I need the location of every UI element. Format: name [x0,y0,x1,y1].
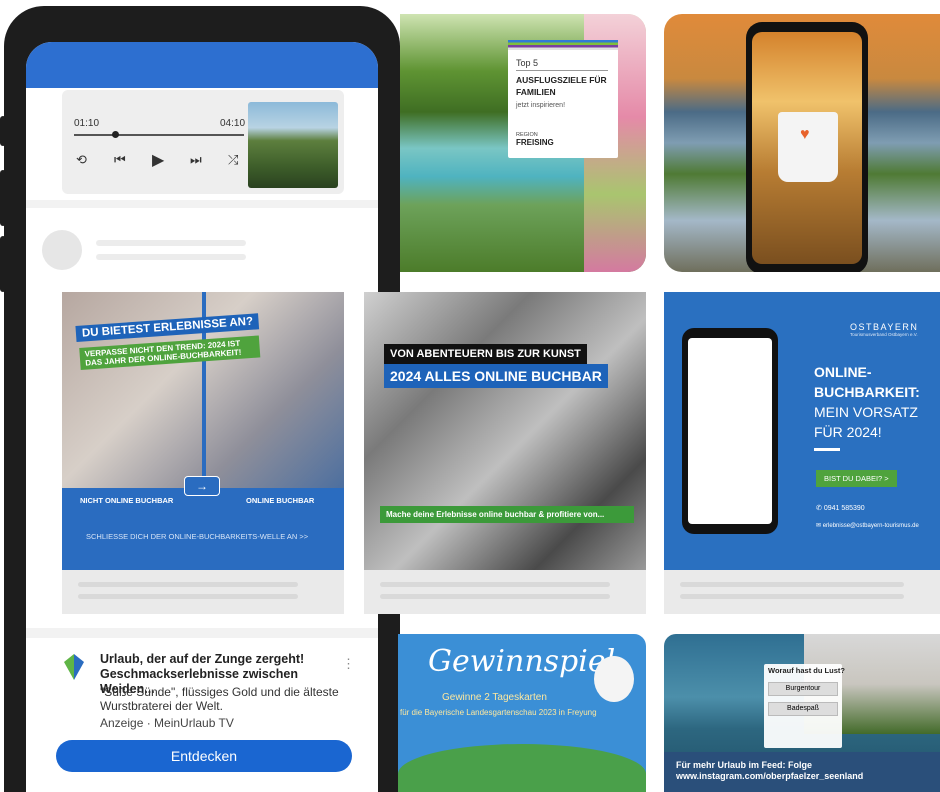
tile-top5-freising[interactable]: Top 5 AUSFLUGSZIELE FÜR FAMILIEN jetzt i… [400,14,646,272]
gewinnspiel-detail: für die Bayerische Landesgartenschau 202… [400,708,597,717]
phone-side-button [0,170,6,226]
placeholder-line [78,594,298,599]
booking-app-screen [688,338,772,524]
collage-line1: VON ABENTEUERN BIS ZUR KUNST [384,344,587,364]
placeholder-line [78,582,298,587]
phone-icon: ✆ [816,505,822,512]
phone-side-button [0,116,6,146]
seenland-footer: Für mehr Urlaub im Feed: Folge www.insta… [676,760,863,782]
audio-player: 01:10 04:10 ⟲ ⏮ ▶ ⏭ ⤮ [62,90,344,194]
ad-description: "Süße Sünde", flüssiges Gold und die ält… [100,685,339,713]
tile-ostbayern[interactable]: OSTBAYERN Tourismusverband Ostbayern e.V… [664,292,940,570]
placeholder-line [380,594,610,599]
ad-sponsor-label: Anzeige · MeinUrlaub TV [100,716,234,730]
tile-caption-area [62,570,344,614]
top5-title: AUSFLUGSZIELE FÜR FAMILIEN [516,75,607,97]
tile-mug-collage[interactable]: ♥ [664,14,940,272]
top5-subtitle: jetzt inspirieren! [516,102,566,109]
color-stripes [508,40,618,50]
placeholder-line [680,582,904,587]
next-icon[interactable]: ⏭ [190,152,202,168]
divider [814,448,840,451]
headline-line: ONLINE- [814,364,872,380]
mail-icon: ✉ [816,523,822,529]
tile-abenteuer-kunst[interactable]: VON ABENTEUERN BIS ZUR KUNST 2024 ALLES … [364,292,646,570]
join-button[interactable]: BIST DU DABEI? > [816,470,897,487]
total-time: 04:10 [220,118,246,129]
email-contact: ✉ erlebnisse@ostbayern-tourismus.de [816,522,919,529]
poll-question: Worauf hast du Lust? [768,666,845,675]
phone-number: 0941 585390 [823,505,865,512]
headline-line: MEIN VORSATZ [814,404,918,420]
avatar [42,230,82,270]
ostbayern-logo: OSTBAYERN [850,322,919,332]
phone-side-button [0,236,6,292]
play-icon[interactable]: ▶ [152,150,164,170]
placeholder-line [96,240,246,246]
headline-line: FÜR 2024! [814,424,882,440]
headline-line: BUCHBARKEIT: [814,384,920,400]
divider [26,200,378,208]
footer-line: Für mehr Urlaub im Feed: Folge [676,760,813,770]
divider [26,628,378,638]
placeholder-line [680,594,904,599]
instagram-link[interactable]: www.instagram.com/oberpfaelzer_seenland [676,771,863,782]
discover-button[interactable]: Entdecken [56,740,352,772]
online-label: ONLINE BUCHBAR [246,496,315,505]
ostbayern-headline: ONLINE- BUCHBARKEIT: MEIN VORSATZ FÜR 20… [814,362,934,442]
poll-option-badespass[interactable]: Badespaß [768,702,838,716]
tile-caption-area [664,570,940,614]
gewinnspiel-subtitle: Gewinne 2 Tageskarten [442,692,547,703]
progress-track[interactable] [74,134,244,136]
progress-handle[interactable] [112,131,119,138]
collage-line2: 2024 ALLES ONLINE BUCHBAR [384,364,608,388]
shuffle-icon[interactable]: ⤮ [228,152,238,168]
poll-option-burgentour[interactable]: Burgentour [768,682,838,696]
more-options-icon[interactable]: ⋮ [342,656,355,672]
app-header-bar [26,42,378,88]
hill-illustration [398,744,646,792]
previous-icon[interactable]: ⏮ [114,152,126,168]
tile-gewinnspiel[interactable]: Gewinnspiel Gewinne 2 Tageskarten für di… [398,634,646,792]
region-name: FREISING [516,138,554,147]
collage-footer: Mache deine Erlebnisse online buchbar & … [380,506,634,523]
advertiser-logo-icon [64,654,84,680]
top5-label: Top 5 [516,58,539,68]
placeholder-line [380,582,610,587]
placeholder-line [96,254,246,260]
arrow-icon: → [184,476,220,496]
top5-card: Top 5 AUSFLUGSZIELE FÜR FAMILIEN jetzt i… [508,40,618,158]
tile-seenland[interactable]: Worauf hast du Lust? Burgentour Badespaß… [664,634,940,792]
elapsed-time: 01:10 [74,118,100,129]
phone-contact: ✆ 0941 585390 [816,504,865,512]
tile-online-buchbar[interactable]: DU BIETEST ERLEBNISSE AN? VERPASSE NICHT… [62,292,344,570]
heart-icon: ♥ [800,126,810,143]
not-online-label: NICHT ONLINE BUCHBAR [80,496,174,505]
email-address: erlebnisse@ostbayern-tourismus.de [822,523,919,529]
tile-caption-area [364,570,646,614]
ostbayern-logo-sub: Tourismusverband Ostbayern e.V. [850,332,918,337]
divider [516,70,608,71]
mug-image [778,112,838,182]
gewinnspiel-title: Gewinnspiel [428,644,616,679]
repeat-icon[interactable]: ⟲ [76,152,87,168]
bunny-illustration [594,656,634,702]
album-thumbnail [248,102,338,188]
promo-footer: SCHLIESSE DICH DER ONLINE-BUCHBARKEITS-W… [86,532,309,541]
